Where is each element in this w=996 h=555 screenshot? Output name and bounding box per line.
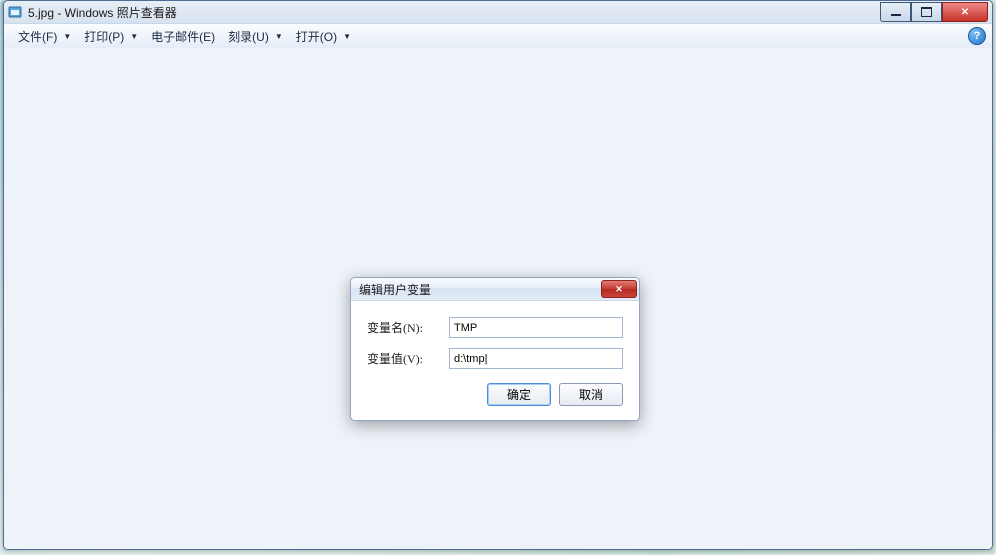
variable-name-row: 变量名(N):: [367, 317, 623, 338]
close-button[interactable]: [942, 2, 988, 22]
cancel-button[interactable]: 取消: [559, 383, 623, 406]
menu-print[interactable]: 打印(P) ▼: [76, 25, 143, 48]
dialog-close-button[interactable]: [601, 280, 637, 298]
variable-name-input[interactable]: [449, 317, 623, 338]
window-titlebar[interactable]: 5.jpg - Windows 照片查看器: [4, 1, 992, 24]
menu-burn[interactable]: 刻录(U) ▼: [220, 25, 288, 48]
window-title: 5.jpg - Windows 照片查看器: [28, 4, 177, 21]
menu-open-label: 打开(O): [296, 28, 337, 45]
window-controls: [880, 2, 988, 22]
chevron-down-icon: ▼: [343, 32, 351, 41]
menu-email-label: 电子邮件(E): [151, 28, 215, 45]
dialog-body: 变量名(N): 变量值(V): 确定 取消: [351, 301, 639, 420]
photo-viewer-icon: [8, 5, 22, 19]
menu-open[interactable]: 打开(O) ▼: [288, 25, 356, 48]
ok-button-label: 确定: [507, 386, 531, 403]
dialog-titlebar[interactable]: 编辑用户变量: [351, 278, 639, 301]
menu-file-label: 文件(F): [18, 28, 57, 45]
menu-burn-label: 刻录(U): [228, 28, 269, 45]
minimize-button[interactable]: [880, 2, 911, 22]
cancel-button-label: 取消: [579, 386, 603, 403]
help-icon: ?: [974, 30, 981, 42]
variable-name-label: 变量名(N):: [367, 319, 439, 336]
variable-value-input[interactable]: [449, 348, 623, 369]
menu-email[interactable]: 电子邮件(E): [143, 25, 220, 48]
chevron-down-icon: ▼: [275, 32, 283, 41]
photo-viewer-window: 5.jpg - Windows 照片查看器 文件(F) ▼ 打印(P) ▼ 电子…: [3, 0, 993, 550]
menu-bar: 文件(F) ▼ 打印(P) ▼ 电子邮件(E) 刻录(U) ▼ 打开(O) ▼ …: [4, 24, 992, 49]
edit-user-variable-dialog: 编辑用户变量 变量名(N): 变量值(V): 确定 取消: [350, 277, 640, 421]
ok-button[interactable]: 确定: [487, 383, 551, 406]
chevron-down-icon: ▼: [63, 32, 71, 41]
menu-print-label: 打印(P): [84, 28, 124, 45]
menu-file[interactable]: 文件(F) ▼: [10, 25, 76, 48]
maximize-button[interactable]: [911, 2, 942, 22]
help-button[interactable]: ?: [968, 27, 986, 45]
dialog-button-row: 确定 取消: [367, 383, 623, 406]
dialog-title: 编辑用户变量: [359, 281, 431, 298]
chevron-down-icon: ▼: [130, 32, 138, 41]
variable-value-row: 变量值(V):: [367, 348, 623, 369]
variable-value-label: 变量值(V):: [367, 350, 439, 367]
